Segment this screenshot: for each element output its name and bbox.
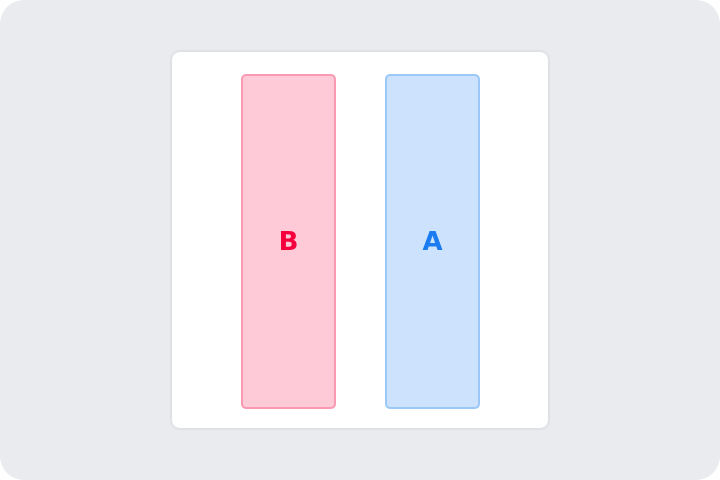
panel-a-label: A [422,226,443,257]
panel-b[interactable]: B [241,74,336,409]
card: B A [170,50,550,430]
panel-a[interactable]: A [385,74,480,409]
panel-b-label: B [278,226,299,257]
canvas-background: B A [0,0,720,480]
